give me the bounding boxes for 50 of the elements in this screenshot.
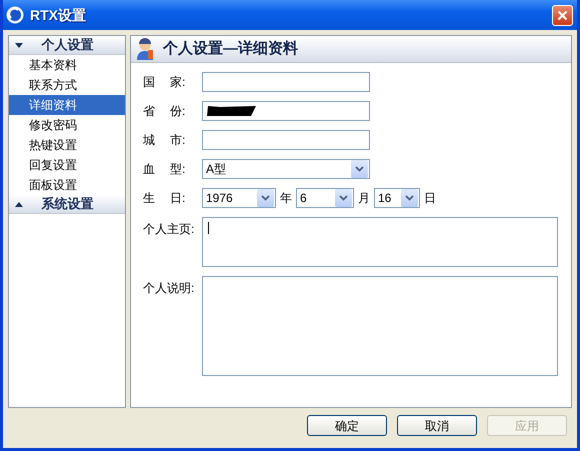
dropdown-button[interactable] [257,189,274,207]
app-logo-icon [6,6,24,24]
text-input[interactable] [202,130,370,150]
field-label: 国 [143,74,156,91]
text-input[interactable] [202,101,370,121]
sidebar-item[interactable]: 详细资料 [9,95,125,115]
dropdown-field[interactable]: 16 [374,188,420,208]
field-label: 份: [170,103,186,120]
unit-label: 月 [358,190,370,207]
sidebar-group-header[interactable]: 系统设置 [9,195,125,214]
field-label: 市: [170,132,186,149]
dropdown-field[interactable]: A型 [202,159,370,179]
field-label: 生 [143,190,156,207]
sidebar-item[interactable]: 联系方式 [9,75,125,95]
dialog-button[interactable]: 确定 [307,415,387,436]
sidebar-group-label: 个人设置 [40,36,94,54]
sidebar-group-label: 系统设置 [40,195,94,214]
field-label: 家: [170,74,186,91]
dialog-button[interactable]: 取消 [397,415,477,436]
sidebar-item[interactable]: 修改密码 [9,115,125,135]
dropdown-field[interactable]: 6 [296,188,354,208]
panel-title: 个人设置—详细资料 [163,38,298,59]
dropdown-field[interactable]: 1976 [202,188,276,208]
field-label: 血 [143,161,156,178]
sidebar-item[interactable]: 面板设置 [9,175,125,195]
unit-label: 日 [424,190,436,207]
text-area[interactable] [202,276,558,376]
window-title: RTX设置 [30,6,87,24]
caret-icon [339,195,348,201]
caret-icon [261,195,270,201]
close-button[interactable] [552,4,573,26]
field-label: 省 [143,103,156,120]
dropdown-button[interactable] [351,160,368,178]
text-input[interactable] [202,72,370,92]
sidebar-item[interactable]: 热键设置 [9,135,125,155]
unit-label: 年 [280,190,292,207]
close-icon [557,10,568,20]
field-label: 城 [143,132,156,149]
dropdown-button[interactable] [335,189,352,207]
dropdown-button[interactable] [401,189,418,207]
field-label: 型: [170,161,186,178]
field-label: 日: [170,190,186,207]
text-area[interactable] [202,217,558,267]
sidebar-item[interactable]: 回复设置 [9,155,125,175]
caret-icon [355,166,364,172]
field-label: 个人说明: [143,280,196,297]
caret-icon [405,195,414,201]
field-label: 个人主页: [143,221,196,238]
sidebar-item[interactable]: 基本资料 [9,55,125,75]
sidebar-group-header[interactable]: 个人设置 [9,36,125,55]
